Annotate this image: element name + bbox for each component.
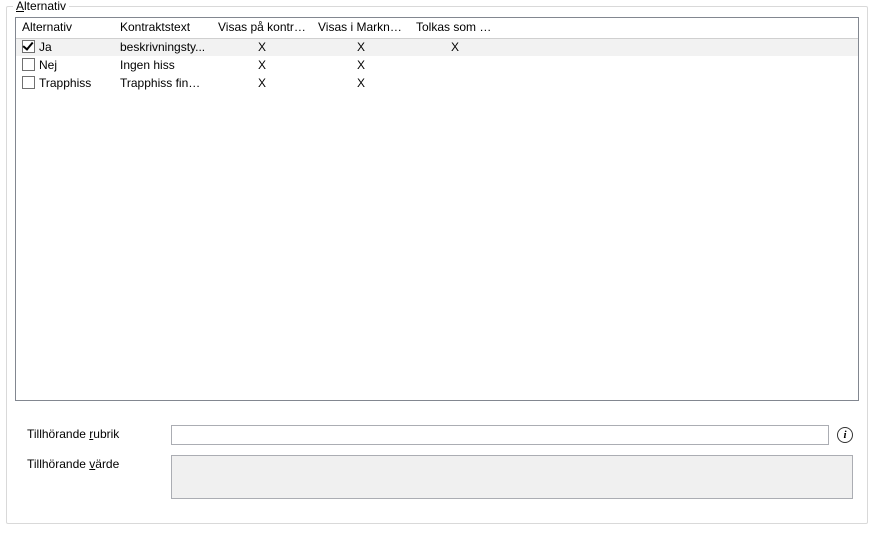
cell-spacer <box>500 56 858 74</box>
table-row-empty <box>16 308 858 326</box>
cell-visas-i-marknad[interactable]: X <box>312 56 410 74</box>
table-row-empty <box>16 200 858 218</box>
textarea-tillhorande-varde[interactable] <box>171 455 853 499</box>
group-content: Alternativ Kontraktstext Visas på kontra… <box>7 7 867 517</box>
row-checkbox[interactable] <box>22 58 35 71</box>
alternativ-group: Alternativ Alternativ Kontraktstext Visa… <box>6 6 868 524</box>
table-row-empty <box>16 92 858 110</box>
cell-spacer <box>500 38 858 56</box>
alternativ-table: Alternativ Kontraktstext Visas på kontra… <box>16 18 858 398</box>
cell-alternativ-label: Nej <box>39 58 57 72</box>
table-row-empty <box>16 218 858 236</box>
col-header-kontraktstext[interactable]: Kontraktstext <box>114 18 212 38</box>
table-row-empty <box>16 344 858 362</box>
cell-visas-i-marknad[interactable]: X <box>312 38 410 56</box>
cell-tolkas-som-ja[interactable] <box>410 74 500 92</box>
cell-tolkas-som-ja[interactable] <box>410 56 500 74</box>
col-header-alternativ[interactable]: Alternativ <box>16 18 114 38</box>
col-header-spacer <box>500 18 858 38</box>
table-body: Jabeskrivningsty...XXXNejIngen hissXXTra… <box>16 38 858 398</box>
cell-alternativ-label: Ja <box>39 40 52 54</box>
form-area: Tillhörande rubrik i Tillhörande värde <box>15 401 859 499</box>
table-row[interactable]: NejIngen hissXX <box>16 56 858 74</box>
table-row[interactable]: TrapphissTrapphiss finns...XX <box>16 74 858 92</box>
cell-alternativ[interactable]: Ja <box>16 38 114 56</box>
input-tillhorande-rubrik[interactable] <box>171 425 829 445</box>
table-row-empty <box>16 128 858 146</box>
label-tillhorande-rubrik: Tillhörande rubrik <box>15 425 171 441</box>
table-row-empty <box>16 164 858 182</box>
cell-visas-pa-kontrakt[interactable]: X <box>212 74 312 92</box>
table-row-empty <box>16 362 858 380</box>
cell-kontraktstext[interactable]: Trapphiss finns... <box>114 74 212 92</box>
textarea-wrap-varde <box>171 455 859 499</box>
table-row-empty <box>16 326 858 344</box>
row-checkbox[interactable] <box>22 76 35 89</box>
table-row-empty <box>16 290 858 308</box>
table-row-empty <box>16 380 858 398</box>
table-row-empty <box>16 254 858 272</box>
col-header-tolkas-som-ja[interactable]: Tolkas som "Ja" <box>410 18 500 38</box>
col-header-visas-pa-kontrakt[interactable]: Visas på kontrakt <box>212 18 312 38</box>
info-icon[interactable]: i <box>837 427 853 443</box>
group-legend-rest: lternativ <box>24 0 66 13</box>
row-checkbox[interactable] <box>22 40 35 53</box>
cell-alternativ[interactable]: Trapphiss <box>16 74 114 92</box>
cell-alternativ[interactable]: Nej <box>16 56 114 74</box>
label-tillhorande-varde: Tillhörande värde <box>15 455 171 471</box>
cell-visas-pa-kontrakt[interactable]: X <box>212 38 312 56</box>
cell-spacer <box>500 74 858 92</box>
row-tillhorande-rubrik: Tillhörande rubrik i <box>15 425 859 445</box>
table-row-empty <box>16 146 858 164</box>
cell-visas-i-marknad[interactable]: X <box>312 74 410 92</box>
table-header-row: Alternativ Kontraktstext Visas på kontra… <box>16 18 858 38</box>
cell-tolkas-som-ja[interactable]: X <box>410 38 500 56</box>
cell-kontraktstext[interactable]: beskrivningsty... <box>114 38 212 56</box>
table-row-empty <box>16 236 858 254</box>
table-row-empty <box>16 272 858 290</box>
table-row-empty <box>16 110 858 128</box>
table-row[interactable]: Jabeskrivningsty...XXX <box>16 38 858 56</box>
table-row-empty <box>16 182 858 200</box>
cell-visas-pa-kontrakt[interactable]: X <box>212 56 312 74</box>
cell-kontraktstext[interactable]: Ingen hiss <box>114 56 212 74</box>
group-legend-accel: A <box>16 0 24 13</box>
col-header-visas-i-marknad[interactable]: Visas i Markna... <box>312 18 410 38</box>
group-legend: Alternativ <box>13 0 69 13</box>
alternativ-table-frame: Alternativ Kontraktstext Visas på kontra… <box>15 17 859 401</box>
cell-alternativ-label: Trapphiss <box>39 76 91 90</box>
input-wrap-rubrik: i <box>171 425 859 445</box>
row-tillhorande-varde: Tillhörande värde <box>15 455 859 499</box>
